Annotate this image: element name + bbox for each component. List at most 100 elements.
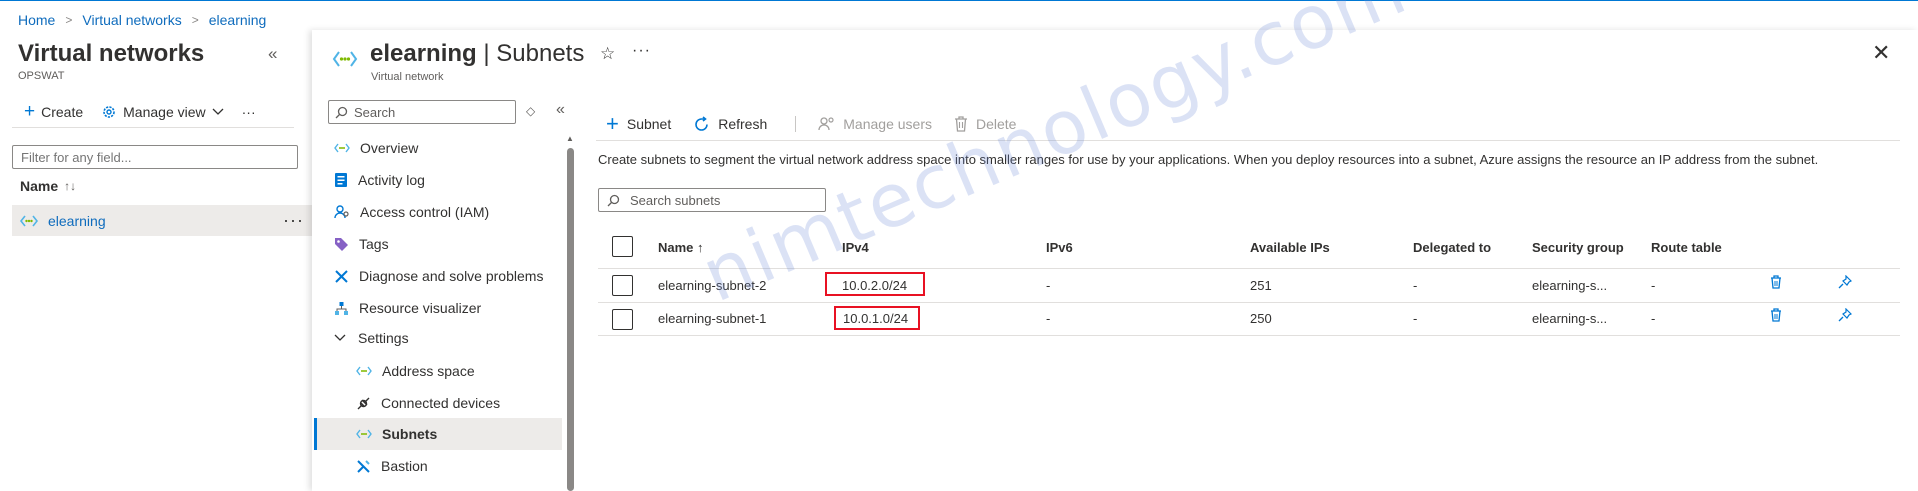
manage-users-icon bbox=[818, 117, 834, 131]
plus-icon: + bbox=[24, 101, 36, 122]
menu-search-input[interactable]: Search bbox=[328, 100, 516, 124]
nav-item-resource-visualizer[interactable]: Resource visualizer bbox=[334, 295, 481, 321]
title-separator: | bbox=[476, 40, 497, 67]
more-actions-icon[interactable]: ··· bbox=[242, 104, 256, 120]
menu-search-placeholder: Search bbox=[354, 104, 396, 120]
nav-item-diagnose[interactable]: Diagnose and solve problems bbox=[334, 263, 543, 289]
create-button[interactable]: + Create bbox=[24, 102, 83, 121]
portal-top-accent bbox=[0, 0, 1918, 1]
nav-group-settings[interactable]: Settings bbox=[334, 325, 409, 351]
breadcrumb-chevron-icon: > bbox=[191, 13, 199, 27]
filter-input[interactable] bbox=[12, 145, 298, 169]
create-label: Create bbox=[41, 103, 84, 120]
divider bbox=[596, 140, 1900, 141]
security-group-link[interactable]: elearning-s... bbox=[1532, 311, 1607, 326]
network-icon bbox=[356, 366, 372, 376]
left-blade-title: Virtual networks bbox=[18, 40, 205, 67]
row-checkbox[interactable] bbox=[612, 275, 633, 296]
subnets-description: Create subnets to segment the virtual ne… bbox=[598, 152, 1819, 167]
pin-icon[interactable] bbox=[1838, 308, 1852, 322]
security-group-link[interactable]: elearning-s... bbox=[1532, 278, 1607, 293]
breadcrumb-home[interactable]: Home bbox=[18, 12, 55, 28]
section-name: Subnets bbox=[496, 40, 585, 67]
scroll-up-icon[interactable]: ▲ bbox=[566, 134, 574, 143]
row-divider bbox=[598, 302, 1900, 303]
iam-icon bbox=[334, 205, 349, 219]
column-header-available-ips[interactable]: Available IPs bbox=[1250, 240, 1330, 255]
nav-item-tags[interactable]: Tags bbox=[334, 231, 389, 257]
search-icon bbox=[335, 106, 348, 118]
gear-icon bbox=[103, 105, 115, 118]
ipv4-value: 10.0.1.0/24 bbox=[843, 311, 909, 326]
column-header-delegated-to[interactable]: Delegated to bbox=[1413, 240, 1491, 255]
nav-item-overview[interactable]: Overview bbox=[334, 135, 418, 161]
row-more-icon[interactable]: ··· bbox=[283, 210, 304, 231]
resource-type: Virtual network bbox=[371, 71, 444, 83]
plug-icon bbox=[357, 397, 370, 409]
delete-row-icon[interactable] bbox=[1770, 275, 1782, 289]
route-table-value: - bbox=[1651, 278, 1656, 293]
manage-view-button[interactable]: Manage view bbox=[101, 104, 224, 120]
nav-item-address-space[interactable]: Address space bbox=[356, 358, 475, 384]
nav-label: Diagnose and solve problems bbox=[359, 268, 544, 284]
virtual-network-icon bbox=[20, 215, 38, 226]
nav-item-access-control[interactable]: Access control (IAM) bbox=[334, 199, 489, 225]
name-column-header[interactable]: Name ↑↓ bbox=[20, 178, 76, 194]
column-header-route-table[interactable]: Route table bbox=[1651, 240, 1722, 255]
more-options-icon[interactable]: ··· bbox=[632, 42, 651, 60]
nav-selected-highlight bbox=[314, 418, 562, 450]
subnet-name-link[interactable]: elearning-subnet-1 bbox=[658, 311, 766, 326]
search-icon bbox=[607, 194, 620, 206]
row-divider bbox=[598, 335, 1900, 336]
favorite-star-icon[interactable]: ☆ bbox=[600, 44, 615, 64]
menu-scrollbar[interactable] bbox=[567, 148, 574, 491]
collapse-menu-icon[interactable]: « bbox=[556, 101, 565, 119]
nav-label: Access control (IAM) bbox=[360, 204, 490, 220]
select-all-checkbox[interactable] bbox=[612, 236, 633, 257]
left-blade-subtitle: OPSWAT bbox=[18, 70, 65, 82]
expand-collapse-icon[interactable]: ◇ bbox=[526, 104, 535, 118]
manage-view-label: Manage view bbox=[123, 103, 206, 120]
chevron-down-icon bbox=[212, 108, 224, 115]
row-checkbox[interactable] bbox=[612, 309, 633, 330]
breadcrumb-virtual-networks[interactable]: Virtual networks bbox=[82, 12, 181, 28]
nav-item-bastion[interactable]: Bastion bbox=[356, 453, 428, 479]
ipv4-value: 10.0.2.0/24 bbox=[842, 278, 908, 293]
delegated-to-value: - bbox=[1413, 278, 1418, 293]
manage-users-label: Manage users bbox=[843, 116, 932, 132]
refresh-button[interactable]: Refresh bbox=[693, 115, 767, 133]
column-header-security-group[interactable]: Security group bbox=[1532, 240, 1624, 255]
close-icon[interactable]: ✕ bbox=[1872, 40, 1890, 66]
nav-item-subnets[interactable]: Subnets bbox=[356, 421, 437, 447]
nav-label: Tags bbox=[359, 236, 389, 252]
nav-label: Subnets bbox=[382, 426, 438, 442]
wrench-icon bbox=[335, 269, 348, 283]
nav-label: Bastion bbox=[381, 458, 428, 474]
network-icon bbox=[334, 143, 350, 153]
breadcrumb-elearning[interactable]: elearning bbox=[209, 12, 267, 28]
plus-icon: + bbox=[606, 111, 619, 136]
delete-row-icon[interactable] bbox=[1770, 308, 1782, 322]
pin-icon[interactable] bbox=[1838, 275, 1852, 289]
available-ips-value: 251 bbox=[1250, 278, 1272, 293]
column-header-ipv6[interactable]: IPv6 bbox=[1046, 240, 1073, 255]
chevron-down-icon bbox=[334, 334, 346, 341]
page-title: elearning | Subnets bbox=[370, 40, 584, 68]
list-item[interactable]: elearning ··· bbox=[12, 205, 312, 236]
nav-item-connected-devices[interactable]: Connected devices bbox=[356, 390, 500, 416]
left-blade-toolbar: + Create Manage view ··· bbox=[24, 102, 256, 121]
add-subnet-button[interactable]: + Subnet bbox=[606, 113, 671, 135]
nav-label: Activity log bbox=[358, 172, 425, 188]
refresh-icon bbox=[695, 115, 709, 131]
divider bbox=[12, 127, 294, 128]
breadcrumb-chevron-icon: > bbox=[65, 13, 73, 27]
activity-log-icon bbox=[335, 173, 347, 187]
collapse-left-blade-icon[interactable]: « bbox=[268, 44, 277, 64]
list-item-name[interactable]: elearning bbox=[48, 213, 106, 229]
available-ips-value: 250 bbox=[1250, 311, 1272, 326]
nav-item-activity-log[interactable]: Activity log bbox=[334, 167, 425, 193]
manage-users-button[interactable]: Manage users bbox=[818, 116, 932, 132]
ipv6-value: - bbox=[1046, 278, 1051, 293]
network-icon bbox=[356, 429, 372, 439]
breadcrumb: Home > Virtual networks > elearning bbox=[18, 12, 266, 28]
